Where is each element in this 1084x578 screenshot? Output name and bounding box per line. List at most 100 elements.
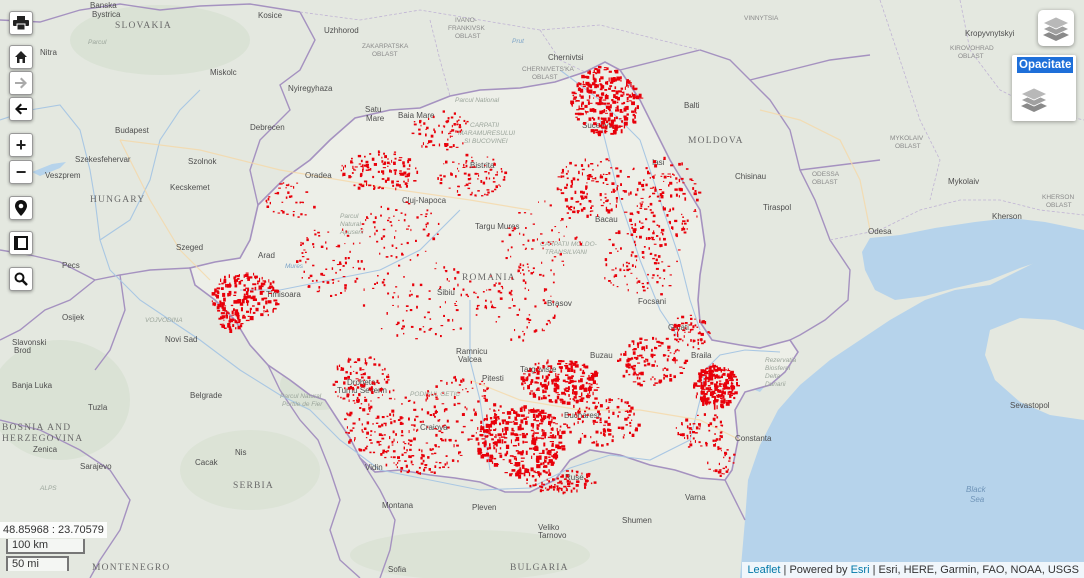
- overlay-feature: [493, 177, 495, 180]
- overlay-feature: [264, 281, 266, 286]
- overlay-feature: [400, 212, 403, 214]
- overlay-feature: [344, 376, 348, 380]
- overlay-feature: [579, 94, 581, 97]
- overlay-feature: [400, 467, 404, 470]
- search-button[interactable]: [9, 267, 33, 291]
- overlay-feature: [386, 312, 388, 315]
- overlay-feature: [598, 65, 602, 69]
- overlay-feature: [447, 117, 450, 120]
- overlay-feature: [404, 460, 407, 462]
- overlay-feature: [578, 410, 581, 413]
- fullscreen-button[interactable]: [9, 231, 33, 255]
- overlay-feature: [445, 455, 448, 457]
- overlay-feature: [405, 201, 408, 203]
- overlay-feature: [434, 444, 437, 447]
- overlay-feature: [604, 277, 606, 280]
- locate-button[interactable]: [9, 196, 33, 220]
- svg-text:Kropyvnytskyi: Kropyvnytskyi: [965, 29, 1015, 38]
- overlay-feature: [220, 312, 225, 315]
- overlay-feature: [503, 441, 507, 444]
- overlay-feature: [718, 469, 721, 471]
- overlay-feature: [435, 461, 438, 463]
- overlay-feature: [684, 322, 688, 324]
- overlay-feature: [615, 190, 617, 192]
- overlay-feature: [605, 263, 608, 267]
- overlay-feature: [444, 438, 447, 442]
- map-viewport[interactable]: Banska Bystrica SLOVAKIA Kosice Nitra Pa…: [0, 0, 1084, 578]
- overlay-feature: [631, 264, 634, 267]
- overlay-feature: [683, 222, 687, 225]
- overlay-feature: [576, 83, 579, 88]
- overlay-feature: [522, 269, 524, 271]
- overlay-feature: [576, 100, 579, 102]
- overlay-feature: [427, 142, 429, 145]
- overlay-feature: [671, 358, 675, 361]
- zoom-out-button[interactable]: −: [9, 160, 33, 184]
- overlay-feature: [585, 112, 587, 115]
- overlay-feature: [628, 414, 631, 416]
- overlay-feature: [710, 381, 714, 385]
- basemap-layers-button[interactable]: [1038, 10, 1074, 46]
- overlay-feature: [628, 409, 632, 413]
- overlay-feature: [643, 360, 646, 363]
- overlay-feature: [551, 259, 554, 262]
- overlay-feature: [458, 384, 462, 386]
- overlay-feature: [454, 439, 457, 442]
- overlay-feature: [471, 387, 474, 389]
- overlay-feature: [292, 211, 295, 213]
- overlay-feature: [362, 164, 364, 168]
- overlay-feature: [426, 411, 430, 415]
- overlay-feature: [440, 431, 444, 434]
- overlay-feature: [681, 222, 683, 225]
- home-button[interactable]: [9, 45, 33, 69]
- overlay-feature: [622, 263, 624, 267]
- overlay-feature: [465, 122, 467, 125]
- overlay-feature: [233, 294, 237, 296]
- overlay-feature: [401, 253, 404, 256]
- svg-text:Varna: Varna: [685, 493, 706, 502]
- overlay-feature: [728, 456, 731, 460]
- overlay-feature: [576, 470, 579, 474]
- overlay-feature: [689, 328, 693, 331]
- back-button[interactable]: [9, 97, 33, 121]
- forward-button[interactable]: [9, 71, 33, 95]
- overlay-feature: [449, 130, 452, 132]
- overlay-feature: [446, 278, 448, 281]
- overlay-feature: [387, 373, 389, 376]
- overlay-feature: [484, 171, 488, 173]
- leaflet-link[interactable]: Leaflet: [747, 564, 780, 576]
- overlay-feature: [471, 156, 473, 159]
- esri-link[interactable]: Esri: [851, 564, 870, 576]
- overlay-feature: [662, 207, 666, 211]
- overlay-feature: [562, 430, 566, 434]
- opacity-label[interactable]: Opacitate: [1017, 57, 1074, 73]
- overlay-feature: [610, 429, 612, 432]
- zoom-in-button[interactable]: +: [9, 133, 33, 157]
- overlay-feature: [352, 427, 355, 429]
- overlay-feature: [735, 378, 738, 381]
- overlay-feature: [263, 305, 265, 309]
- overlay-feature: [223, 297, 226, 302]
- overlay-feature: [222, 323, 224, 325]
- overlay-feature: [661, 173, 665, 175]
- overlay-feature: [616, 286, 619, 288]
- overlay-feature: [581, 107, 585, 110]
- overlay-feature: [415, 338, 418, 340]
- overlay-layers-button[interactable]: [1016, 81, 1052, 117]
- overlay-feature: [544, 200, 546, 203]
- overlay-feature: [578, 440, 582, 444]
- overlay-feature: [602, 182, 605, 184]
- overlay-feature: [421, 408, 423, 411]
- overlay-feature: [663, 376, 665, 380]
- overlay-feature: [531, 475, 535, 478]
- overlay-feature: [536, 238, 538, 241]
- overlay-feature: [676, 317, 679, 320]
- svg-text:Odesa: Odesa: [868, 227, 892, 236]
- overlay-feature: [413, 437, 416, 441]
- print-button[interactable]: [9, 11, 33, 35]
- overlay-feature: [358, 418, 361, 421]
- overlay-feature: [292, 213, 295, 217]
- svg-text:Uzhhorod: Uzhhorod: [324, 26, 359, 35]
- overlay-feature: [620, 353, 622, 356]
- overlay-feature: [584, 387, 587, 391]
